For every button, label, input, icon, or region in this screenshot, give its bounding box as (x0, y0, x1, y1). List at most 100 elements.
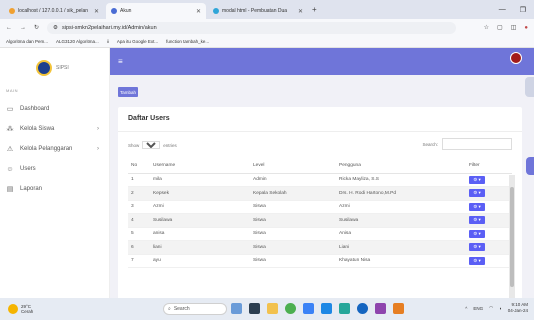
entries-length: Show 10 entries (128, 141, 177, 149)
close-tab-icon[interactable]: ✕ (298, 8, 303, 15)
address-bar: ← → ↻ ⚙ sipsi-smkn2pelaihari.my.id/Admin… (0, 19, 534, 36)
bookmark-item[interactable]: function tambah_ke... (166, 39, 209, 44)
new-tab-button[interactable]: + (312, 5, 317, 14)
table-row: 5 anisa Siswa Anisa ⚙ ▾ (128, 227, 512, 241)
app-icon[interactable] (393, 303, 404, 314)
weather-widget[interactable]: 29°C Cerah (0, 304, 140, 314)
tab-label: Akun (120, 8, 132, 14)
table-cell: 3 (128, 200, 150, 214)
table-cell-filter: ⚙ ▾ (466, 227, 512, 241)
reload-icon[interactable]: ↻ (34, 24, 39, 31)
chrome-icon[interactable] (285, 303, 296, 314)
table-cell: Drs. H. Rodi Hartono,M.Pd (336, 186, 466, 201)
row-action-button[interactable]: ⚙ ▾ (469, 216, 485, 225)
file-explorer-icon[interactable] (267, 303, 278, 314)
taskbar-apps (231, 303, 404, 314)
browser-tab-1[interactable]: localhost / 127.0.0.1 / sik_pelan ✕ (4, 3, 104, 19)
chevron-up-icon[interactable]: ^ (465, 306, 467, 311)
maximize-icon[interactable]: ❐ (520, 6, 526, 14)
avatar[interactable] (510, 52, 522, 64)
task-view-icon[interactable] (249, 303, 260, 314)
taskbar-search[interactable]: ⌕ Search (163, 303, 227, 315)
row-action-button[interactable]: ⚙ ▾ (469, 229, 485, 238)
col-header-filter[interactable]: Filter (466, 159, 512, 174)
browser-tab-3[interactable]: modal html - Pembuatan Dua ✕ (208, 3, 308, 19)
bookmarks-bar: Algoritma dan Pem... ALG3120 Algoritma..… (0, 36, 534, 48)
col-header-no[interactable]: No (128, 159, 150, 174)
close-tab-icon[interactable]: ✕ (196, 8, 201, 15)
extensions-icon[interactable]: ▢ (497, 24, 503, 31)
table-header-row: No Username Level Pengguna Filter (128, 159, 512, 174)
row-action-button[interactable]: ⚙ ▾ (469, 189, 485, 198)
app-header: ≡ (110, 48, 534, 75)
table-cell: Liani (336, 240, 466, 255)
sidebar-item-users[interactable]: ☺ Users (0, 159, 109, 179)
language-indicator[interactable]: ENG (473, 306, 483, 311)
site-info-icon[interactable]: ⚙ (53, 25, 58, 31)
row-action-button[interactable]: ⚙ ▾ (469, 243, 485, 252)
forward-icon[interactable]: → (20, 25, 26, 31)
bookmark-item[interactable]: Apa itu Google Ext... (117, 39, 158, 44)
app-icon[interactable] (375, 303, 386, 314)
table-row: 2 Kepsek Kepala Sekolah Drs. H. Rodi Harton… (128, 186, 512, 201)
wifi-icon[interactable]: ◠ (489, 305, 493, 311)
settings-tab[interactable] (526, 157, 534, 175)
sidepanel-icon[interactable]: ◫ (511, 24, 517, 31)
os-taskbar: 29°C Cerah ⌕ Search ^ ENG ◠ ◖ 9:10 AM 04… (0, 298, 534, 320)
tab-favicon-icon (111, 8, 117, 14)
browser-tab-2[interactable]: Akun ✕ (106, 3, 206, 19)
search-input[interactable] (442, 138, 512, 150)
chevron-right-icon: › (97, 126, 99, 132)
table-cell: 2 (128, 186, 150, 201)
minimize-icon[interactable]: — (499, 6, 506, 14)
bookmark-item[interactable]: ALG3120 Algoritma... (56, 39, 99, 44)
clock[interactable]: 9:10 AM 04-Jan-24 (508, 302, 528, 314)
url-text: sipsi-smkn2pelaihari.my.id/Admin/akun (61, 24, 157, 31)
entries-select[interactable]: 10 (142, 141, 161, 149)
side-panel-tab[interactable] (525, 77, 534, 97)
sidebar-item-kelola-siswa[interactable]: ⁂ Kelola Siswa › (0, 119, 109, 139)
users-grid-icon: ⁂ (6, 126, 14, 133)
col-header-username[interactable]: Username (150, 159, 250, 174)
bookmark-star-icon[interactable]: ☆ (484, 24, 489, 31)
close-tab-icon[interactable]: ✕ (94, 8, 99, 15)
widgets-icon[interactable] (231, 303, 242, 314)
table-cell: 4 (128, 213, 150, 228)
bookmark-item[interactable]: Algoritma dan Pem... (6, 39, 48, 44)
profile-icon[interactable]: ● (524, 25, 528, 31)
bookmark-item[interactable]: ii (107, 39, 109, 44)
app-icon[interactable] (339, 303, 350, 314)
url-field[interactable]: ⚙ sipsi-smkn2pelaihari.my.id/Admin/akun (47, 21, 456, 34)
table-cell: Admin (250, 173, 336, 187)
table-cell-filter: ⚙ ▾ (466, 240, 512, 255)
edge-icon[interactable] (357, 303, 368, 314)
row-action-button[interactable]: ⚙ ▾ (469, 256, 485, 265)
volume-icon[interactable]: ◖ (499, 306, 502, 311)
col-header-level[interactable]: Level (250, 159, 336, 174)
sidebar-item-label: Kelola Pelanggaran (20, 146, 73, 152)
store-icon[interactable] (303, 303, 314, 314)
row-action-button[interactable]: ⚙ ▾ (469, 175, 485, 184)
scrollbar[interactable] (509, 175, 515, 298)
table-cell: Anisa (336, 227, 466, 241)
sun-icon (8, 304, 18, 314)
chevron-right-icon: › (97, 146, 99, 152)
sidebar-item-dashboard[interactable]: ▭ Dashboard (0, 99, 109, 119)
row-action-button[interactable]: ⚙ ▾ (469, 202, 485, 211)
add-user-button[interactable]: Tambah (118, 87, 138, 97)
col-header-pengguna[interactable]: Pengguna (336, 159, 466, 174)
tab-favicon-icon (9, 8, 15, 14)
table-cell: Ricka Mayliza, S.S (336, 173, 466, 187)
table-row: 4 Susilawa Siswa Susilawa ⚙ ▾ (128, 213, 512, 228)
logo[interactable]: SIPSI (0, 48, 109, 78)
sidebar-item-kelola-pelanggaran[interactable]: ⚠ Kelola Pelanggaran › (0, 139, 109, 159)
scrollbar-thumb[interactable] (510, 187, 514, 287)
sidebar-item-label: Users (20, 166, 36, 172)
main-content: Tambah Daftar Users Show 10 entries Sear… (110, 75, 534, 302)
table-cell: Susilawa (336, 213, 466, 228)
tab-favicon-icon (213, 8, 219, 14)
vscode-icon[interactable] (321, 303, 332, 314)
back-icon[interactable]: ← (6, 25, 12, 31)
menu-toggle-icon[interactable]: ≡ (118, 57, 123, 66)
sidebar-item-laporan[interactable]: ▤ Laporan (0, 179, 109, 199)
